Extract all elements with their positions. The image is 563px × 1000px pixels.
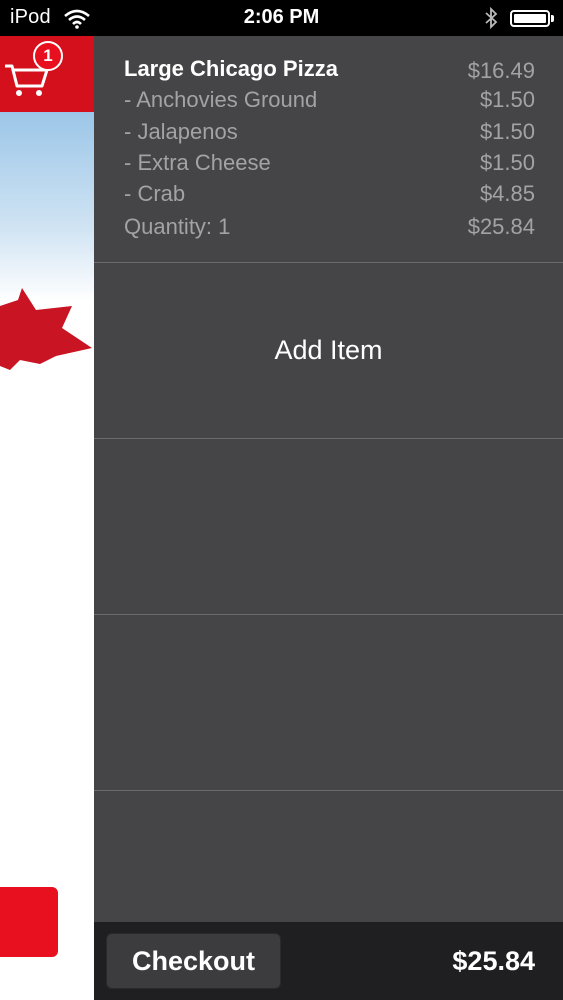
battery-tip <box>551 15 554 22</box>
modifier-price: $1.50 <box>479 87 535 112</box>
modifier-price: $4.85 <box>479 181 535 206</box>
checkout-button[interactable]: Checkout <box>106 933 281 989</box>
modifier-label: - Extra Cheese <box>124 150 271 175</box>
order-total: $25.84 <box>452 946 535 976</box>
cart-count-badge: 1 <box>33 41 63 71</box>
underlying-app: 1 <box>0 36 94 1000</box>
item-name: Large Chicago Pizza <box>124 56 338 81</box>
background-image <box>0 112 94 302</box>
item-price: $16.49 <box>467 58 535 83</box>
empty-cart-row <box>94 615 563 791</box>
empty-cart-row <box>94 439 563 615</box>
cart-item[interactable]: Large Chicago Pizza $16.49 - Anchovies G… <box>94 36 563 263</box>
modifier-label: - Crab <box>124 181 186 206</box>
modifier-label: - Anchovies Ground <box>124 87 318 112</box>
modifier-label: - Jalapenos <box>124 119 238 144</box>
add-item-button[interactable]: Add Item <box>94 263 563 439</box>
cart-panel: Large Chicago Pizza $16.49 - Anchovies G… <box>94 36 563 922</box>
status-time: 2:06 PM <box>243 6 320 28</box>
item-quantity: Quantity: 1 <box>124 214 231 239</box>
modifier-price: $1.50 <box>479 150 535 175</box>
add-item-label: Add Item <box>274 335 383 365</box>
maple-leaf-graphic <box>0 288 92 370</box>
bluetooth-icon <box>485 7 498 29</box>
item-line-total: $25.84 <box>467 214 535 239</box>
battery-icon <box>510 10 550 27</box>
top-bar: 1 <box>0 36 94 112</box>
checkout-button-label: Checkout <box>131 945 256 976</box>
red-action-button[interactable] <box>0 887 58 957</box>
modifier-price: $1.50 <box>479 119 535 144</box>
checkout-bar: Checkout $25.84 <box>94 922 563 1000</box>
status-bar: iPod 2:06 PM <box>0 0 563 36</box>
